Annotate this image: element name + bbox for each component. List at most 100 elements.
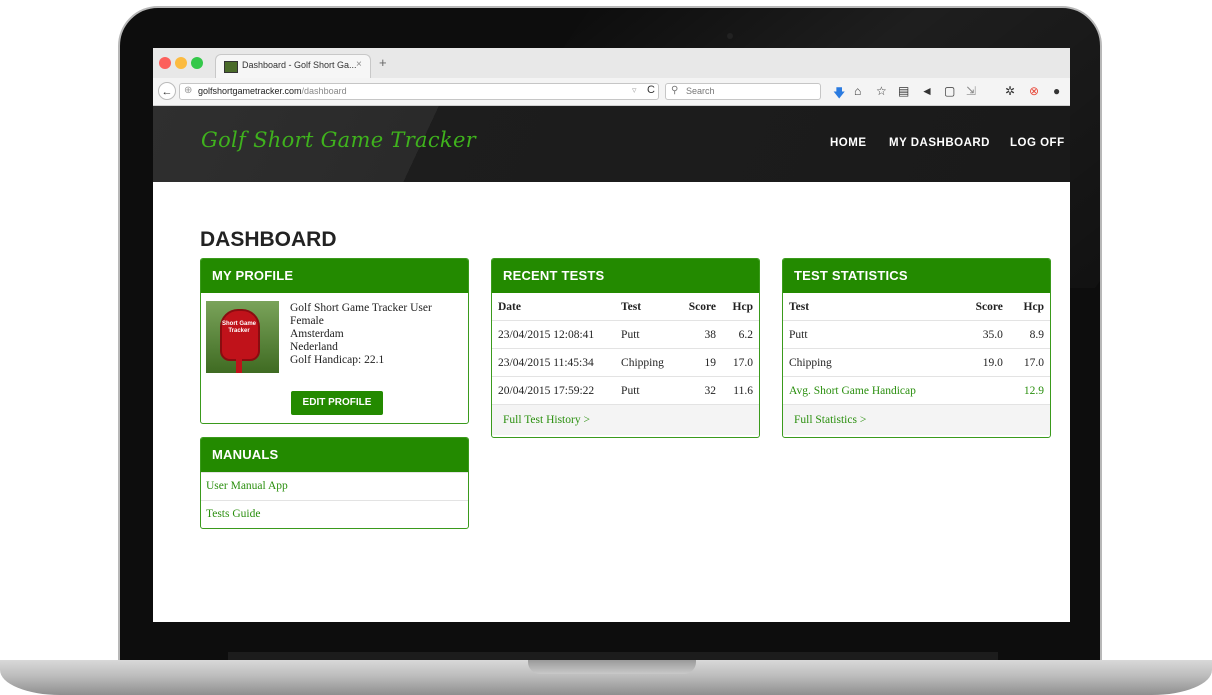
search-icon: ⚲ <box>671 85 679 96</box>
column-header: Score <box>688 300 717 313</box>
profile-gender: Female <box>290 315 324 327</box>
search-input[interactable]: ⚲ Search <box>665 83 821 100</box>
reading-list-icon[interactable]: ▤ <box>898 84 909 98</box>
column-header: Score <box>975 300 1003 313</box>
tab-bar: Dashboard - Golf Short Ga... × + <box>153 48 1070 78</box>
nav-log-off[interactable]: LOG OFF <box>1010 137 1065 149</box>
profile-avatar: Short Game Tracker <box>206 301 279 373</box>
recent-tests-table: Date Test Score Hcp 23/04/2015 12:08:41 … <box>492 293 759 404</box>
nav-home[interactable]: HOME <box>830 137 867 149</box>
recent-tests-panel: RECENT TESTS Date Test Score Hcp 23/04/2… <box>491 258 760 438</box>
favicon-icon <box>224 61 238 73</box>
test-date: 20/04/2015 17:59:22 <box>492 376 616 404</box>
close-window-button[interactable] <box>159 57 171 69</box>
test-hcp: 17.0 <box>722 348 759 377</box>
stat-score: 19.0 <box>959 348 1009 377</box>
profile-country: Nederland <box>290 341 338 353</box>
table-row: Putt 35.0 8.9 <box>783 320 1050 349</box>
full-test-history-link[interactable]: Full Test History > <box>492 404 759 435</box>
avatar-logo-text: Short Game Tracker <box>221 321 256 334</box>
recent-tests-heading: RECENT TESTS <box>492 259 759 293</box>
browser-window: Dashboard - Golf Short Ga... × + ← ⊕ gol… <box>153 48 1070 622</box>
nav-my-dashboard[interactable]: MY DASHBOARD <box>889 137 990 149</box>
browser-toolbar: ← ⊕ golfshortgametracker.com/dashboard ▿… <box>153 78 1070 106</box>
back-button[interactable]: ← <box>158 82 176 100</box>
table-header-row: Test Score Hcp <box>783 293 1050 321</box>
address-bar[interactable]: ⊕ golfshortgametracker.com/dashboard ▿ <box>179 83 659 100</box>
minimize-window-button[interactable] <box>175 57 187 69</box>
column-header: Hcp <box>732 300 753 313</box>
manuals-heading: MANUALS <box>201 438 468 472</box>
home-icon[interactable]: ⌂ <box>854 84 861 98</box>
profile-handicap: Golf Handicap: 22.1 <box>290 354 385 366</box>
bookmark-star-icon[interactable]: ☆ <box>876 84 887 98</box>
browser-tab[interactable]: Dashboard - Golf Short Ga... × <box>215 54 371 78</box>
stat-test: Chipping <box>783 348 960 377</box>
stat-test: Putt <box>783 320 960 349</box>
test-name: Putt <box>615 320 678 349</box>
site-header: Golf Short Game Tracker HOME MY DASHBOAR… <box>153 106 1070 182</box>
test-hcp: 11.6 <box>722 376 759 404</box>
brand-logo[interactable]: Golf Short Game Tracker <box>201 128 476 152</box>
url-dropdown-icon[interactable]: ▿ <box>632 85 637 96</box>
full-statistics-link[interactable]: Full Statistics > <box>783 404 1050 435</box>
column-header: Date <box>498 300 521 313</box>
manuals-panel: MANUALS User Manual App Tests Guide <box>200 437 469 529</box>
putting-target-pole <box>236 357 242 373</box>
help-icon[interactable]: ⊗ <box>1029 84 1039 98</box>
table-row: 23/04/2015 11:45:34 Chipping 19 17.0 <box>492 348 759 377</box>
send-icon[interactable]: ◄ <box>921 84 933 98</box>
test-score: 38 <box>677 320 723 349</box>
test-date: 23/04/2015 12:08:41 <box>492 320 616 349</box>
globe-icon: ⊕ <box>184 85 193 96</box>
chat-icon[interactable]: ● <box>1053 84 1060 98</box>
manual-link-tests-guide[interactable]: Tests Guide <box>201 500 468 528</box>
table-row: 20/04/2015 17:59:22 Putt 32 11.6 <box>492 376 759 404</box>
column-header: Test <box>789 300 810 313</box>
maximize-window-button[interactable] <box>191 57 203 69</box>
average-handicap-value: 12.9 <box>1008 376 1050 404</box>
table-header-row: Date Test Score Hcp <box>492 293 759 321</box>
stat-hcp: 8.9 <box>1008 320 1050 349</box>
test-statistics-panel: TEST STATISTICS Test Score Hcp Putt 35.0… <box>782 258 1051 438</box>
url-text: golfshortgametracker.com/dashboard <box>198 86 347 96</box>
test-score: 19 <box>677 348 723 377</box>
tab-title: Dashboard - Golf Short Ga... <box>242 60 357 70</box>
average-handicap-label: Avg. Short Game Handicap <box>783 376 960 404</box>
profile-panel: MY PROFILE Short Game Tracker Golf Short… <box>200 258 469 424</box>
download-icon[interactable]: 🡇 <box>833 84 845 105</box>
statistics-table: Test Score Hcp Putt 35.0 8.9 Chipping 19… <box>783 293 1050 404</box>
url-path: /dashboard <box>301 86 347 96</box>
profile-city: Amsterdam <box>290 328 344 340</box>
test-name: Chipping <box>615 348 678 377</box>
laptop-base-notch <box>528 660 696 674</box>
reload-button[interactable]: C <box>647 84 655 96</box>
putting-target-image <box>220 309 260 361</box>
profile-name: Golf Short Game Tracker User <box>290 302 432 314</box>
manual-link-user-manual[interactable]: User Manual App <box>201 472 468 500</box>
new-tab-button[interactable]: + <box>379 55 387 70</box>
stat-score: 35.0 <box>959 320 1009 349</box>
page-title: DASHBOARD <box>200 228 337 251</box>
average-handicap-row: Avg. Short Game Handicap 12.9 <box>783 376 1050 404</box>
test-date: 23/04/2015 11:45:34 <box>492 348 616 377</box>
profile-details: Golf Short Game Tracker User Female Amst… <box>290 302 432 367</box>
table-row: Chipping 19.0 17.0 <box>783 348 1050 377</box>
table-row: 23/04/2015 12:08:41 Putt 38 6.2 <box>492 320 759 349</box>
camera <box>727 33 733 39</box>
extension-icon[interactable]: ⇲ <box>966 84 976 98</box>
settings-icon[interactable]: ✲ <box>1005 84 1015 98</box>
test-score: 32 <box>677 376 723 404</box>
profile-heading: MY PROFILE <box>201 259 468 293</box>
search-placeholder: Search <box>686 86 715 96</box>
average-handicap-score <box>959 376 1009 404</box>
test-name: Putt <box>615 376 678 404</box>
column-header: Test <box>621 300 642 313</box>
url-domain: golfshortgametracker.com <box>198 86 302 96</box>
screenshot-icon[interactable]: ▢ <box>944 84 955 98</box>
test-hcp: 6.2 <box>722 320 759 349</box>
tab-close-icon[interactable]: × <box>356 59 362 70</box>
test-statistics-heading: TEST STATISTICS <box>783 259 1050 293</box>
column-header: Hcp <box>1023 300 1044 313</box>
edit-profile-button[interactable]: EDIT PROFILE <box>291 391 383 415</box>
